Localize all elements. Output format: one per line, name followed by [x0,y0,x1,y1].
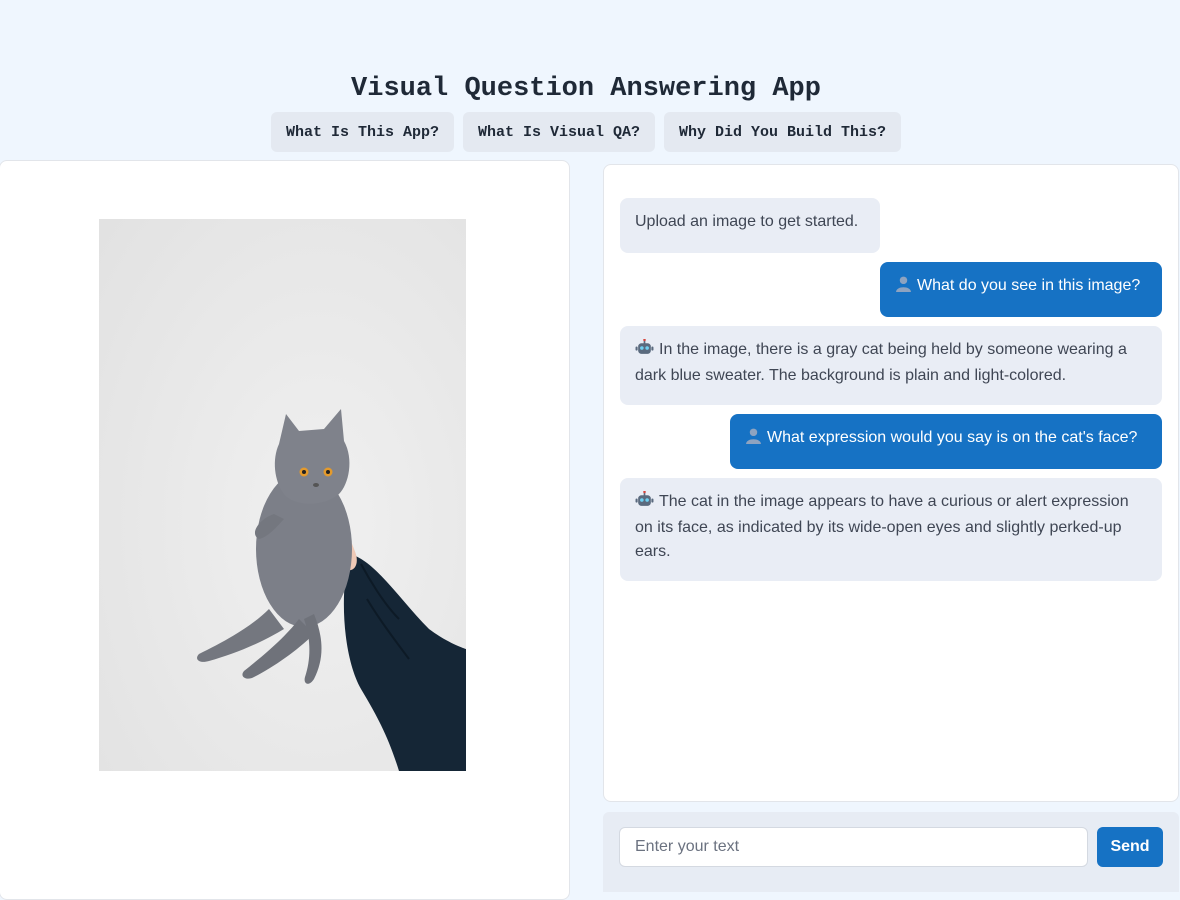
chat-message-bot: The cat in the image appears to have a c… [620,478,1162,581]
robot-icon [635,338,654,364]
nav-bar: What Is This App? What Is Visual QA? Why… [0,112,1172,152]
chat-message-text: In the image, there is a gray cat being … [635,341,1127,384]
chat-message-text: The cat in the image appears to have a c… [635,493,1129,560]
chat-text-input[interactable] [619,827,1088,867]
chat-panel: Upload an image to get started. What do … [603,164,1179,802]
chat-message-user: What expression would you say is on the … [730,414,1162,469]
uploaded-image [99,219,466,771]
chat-message-text: What expression would you say is on the … [767,429,1138,446]
chat-input-bar: Send [603,812,1179,892]
user-icon [745,427,762,452]
user-icon [895,275,912,300]
chat-message-user: What do you see in this image? [880,262,1162,317]
chat-message-text: Upload an image to get started. [635,213,859,230]
nav-button-why-did-you-build[interactable]: Why Did You Build This? [664,112,902,152]
nav-button-what-is-visual-qa[interactable]: What Is Visual QA? [462,112,655,152]
chat-message-bot: Upload an image to get started. [620,198,880,253]
chat-message-bot: In the image, there is a gray cat being … [620,326,1162,405]
page-title: Visual Question Answering App [351,74,821,104]
send-button[interactable]: Send [1097,827,1163,867]
robot-icon [635,490,654,516]
chat-message-text: What do you see in this image? [917,277,1141,294]
nav-button-what-is-this-app[interactable]: What Is This App? [270,112,454,152]
